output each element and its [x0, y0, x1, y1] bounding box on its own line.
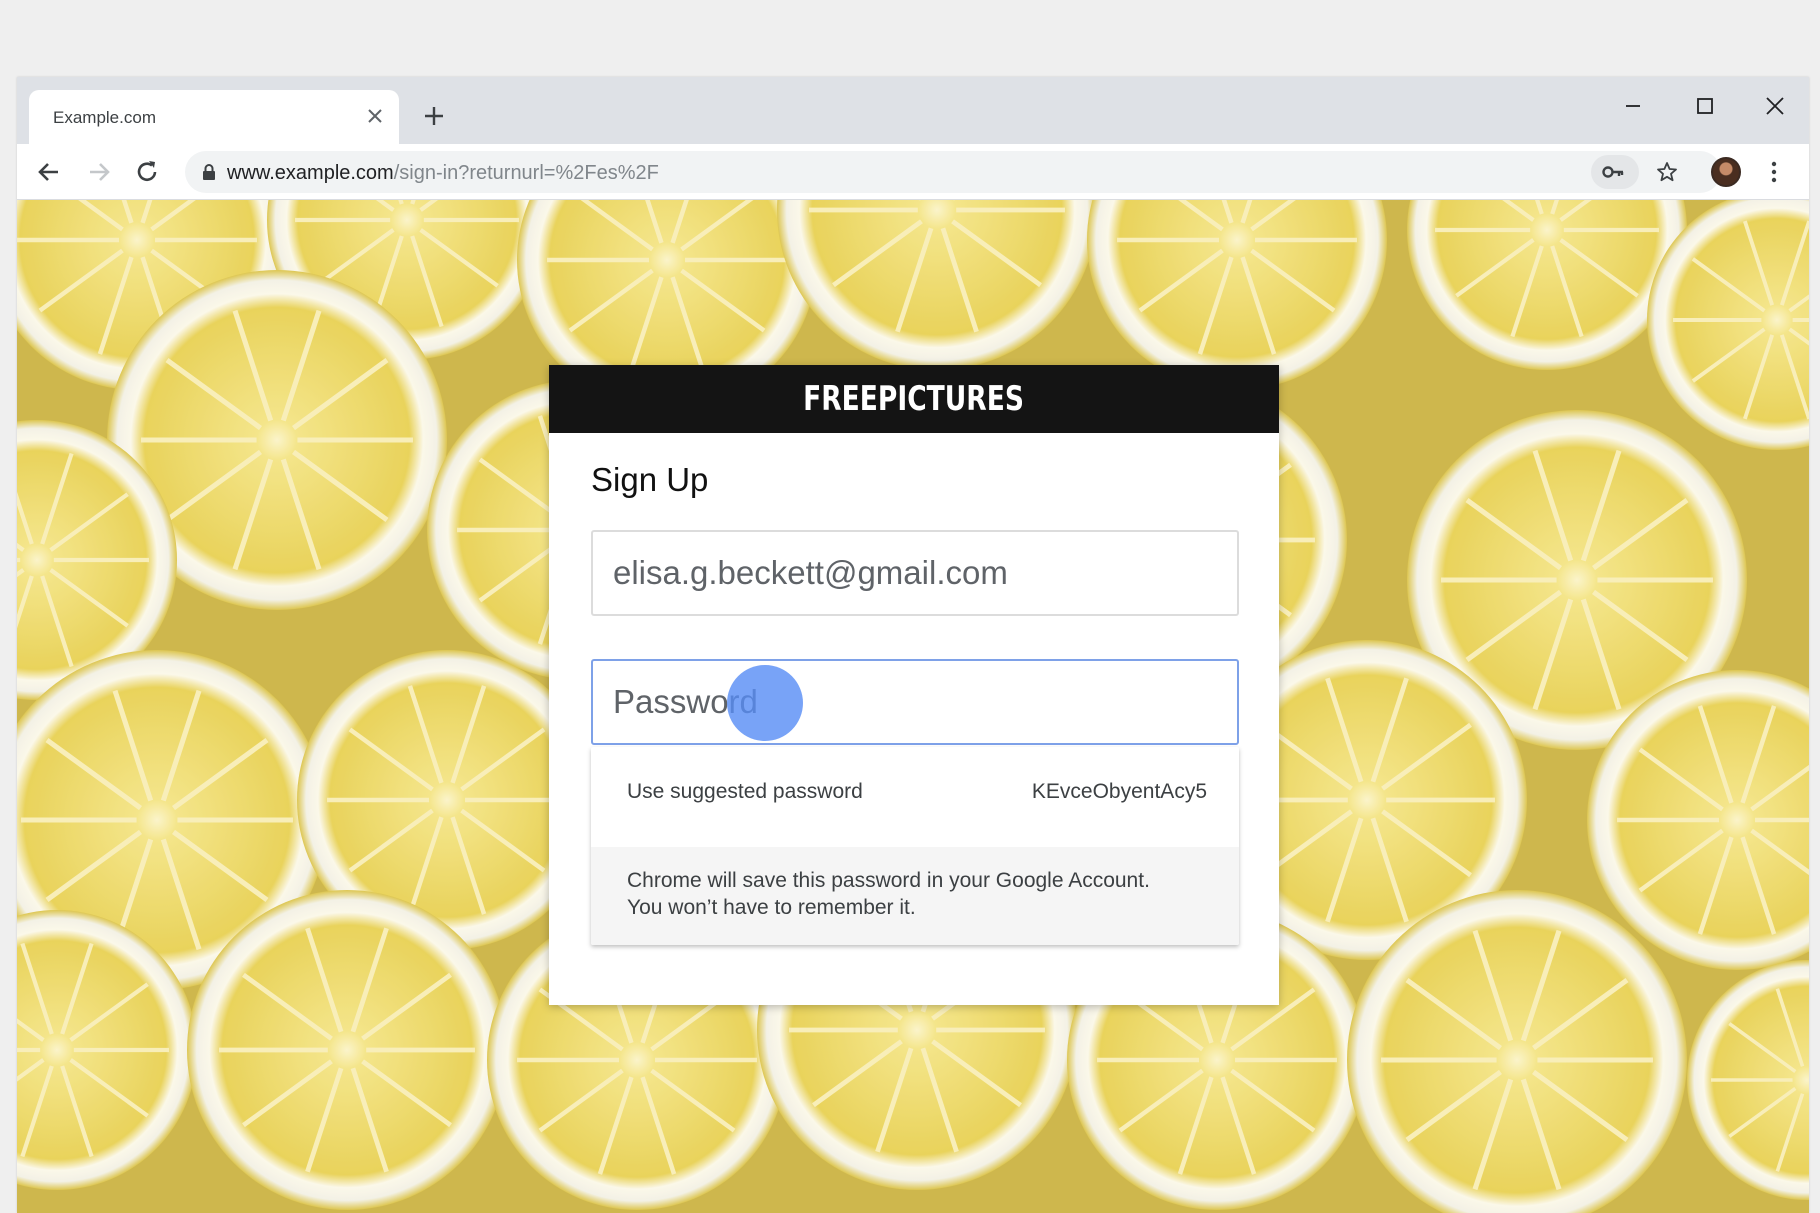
key-icon	[1602, 166, 1624, 178]
password-key-button[interactable]	[1591, 155, 1639, 189]
address-bar[interactable]: www.example.com/sign-in?returnurl=%2Fes%…	[185, 151, 1721, 193]
plus-icon[interactable]	[419, 101, 449, 131]
page-viewport: FREEPICTURES Sign Up elisa.g.beckett@gma…	[17, 200, 1809, 1213]
profile-avatar[interactable]	[1711, 157, 1741, 187]
password-field[interactable]: Password	[591, 659, 1239, 745]
suggested-password-option[interactable]: Use suggested password KEvceObyentAcy5	[591, 747, 1239, 847]
window-close-icon[interactable]	[1757, 91, 1793, 121]
arrow-left-icon[interactable]	[33, 156, 65, 188]
form-title: Sign Up	[591, 461, 709, 498]
lock-icon[interactable]	[201, 163, 217, 181]
star-icon[interactable]	[1655, 160, 1679, 184]
url-text[interactable]: www.example.com/sign-in?returnurl=%2Fes%…	[227, 162, 659, 185]
reload-icon[interactable]	[131, 156, 163, 188]
browser-window: Example.com www.example.com/sign-in?retu…	[17, 77, 1809, 1213]
close-icon[interactable]	[363, 104, 387, 128]
url-path: /sign-in?returnurl=%2Fes%2F	[393, 162, 659, 184]
card-header: FREEPICTURES	[549, 365, 1279, 433]
email-field[interactable]: elisa.g.beckett@gmail.com	[591, 530, 1239, 616]
tab-title: Example.com	[53, 108, 156, 127]
vertical-dots-icon[interactable]	[1762, 156, 1786, 188]
browser-toolbar: www.example.com/sign-in?returnurl=%2Fes%…	[17, 144, 1809, 200]
suggest-label: Use suggested password	[627, 780, 863, 803]
signup-card: FREEPICTURES Sign Up elisa.g.beckett@gma…	[549, 365, 1279, 1005]
email-value: elisa.g.beckett@gmail.com	[613, 554, 1008, 591]
suggestion-footer: Chrome will save this password in your G…	[591, 847, 1239, 945]
arrow-right-icon[interactable]	[83, 156, 115, 188]
maximize-icon[interactable]	[1687, 91, 1723, 121]
minimize-icon[interactable]	[1615, 91, 1651, 121]
touch-cursor-indicator	[727, 665, 803, 741]
suggestion-note-line2: You won’t have to remember it.	[627, 896, 916, 919]
tab-example[interactable]: Example.com	[29, 90, 399, 144]
suggested-password-value: KEvceObyentAcy5	[1031, 780, 1207, 803]
tab-strip: Example.com	[17, 77, 1809, 144]
password-suggestion-popup: Use suggested password KEvceObyentAcy5 C…	[591, 747, 1239, 945]
url-host: www.example.com	[227, 162, 394, 184]
brand-logo: FREEPICTURES	[803, 379, 1025, 419]
suggestion-note-line1: Chrome will save this password in your G…	[627, 869, 1150, 892]
